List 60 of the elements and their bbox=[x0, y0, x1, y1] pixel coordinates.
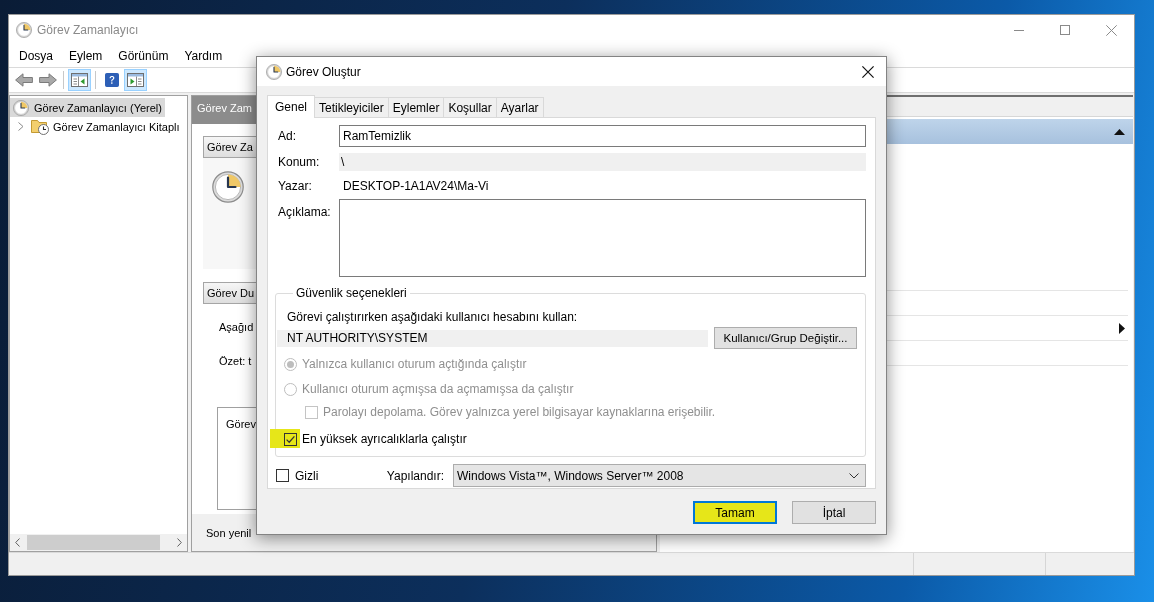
section-title: Görev Za bbox=[207, 140, 253, 154]
caret-right-icon bbox=[1119, 322, 1125, 334]
clock-icon bbox=[266, 63, 282, 80]
clock-icon bbox=[212, 171, 244, 203]
change-user-button[interactable]: Kullanıcı/Grup Değiştir... bbox=[714, 327, 857, 349]
tree-item[interactable]: Görev Zamanlayıcı Kitaplı bbox=[31, 117, 180, 136]
clock-icon bbox=[13, 99, 29, 116]
checkbox[interactable] bbox=[284, 432, 297, 446]
group-title: Güvenlik seçenekleri bbox=[295, 286, 408, 300]
field-label: Konum: bbox=[278, 154, 321, 170]
menu-item[interactable]: Dosya bbox=[11, 46, 61, 66]
window-title: Görev Zamanlayıcı bbox=[37, 22, 139, 38]
minimize-icon bbox=[1014, 29, 1024, 31]
section-text: Özet: t bbox=[219, 354, 252, 368]
account-field: NT AUTHORITY\SYSTEM bbox=[277, 329, 708, 347]
dialog-title: Görev Oluştur bbox=[286, 63, 361, 80]
dropdown-value: Windows Vista™, Windows Server™ 2008 bbox=[457, 467, 684, 484]
dialog-button[interactable]: İptal bbox=[792, 501, 876, 524]
configure-dropdown[interactable]: Windows Vista™, Windows Server™ 2008 bbox=[453, 464, 866, 487]
account-prompt: Görevi çalıştırırken aşağıdaki kullanıcı hesabını kullan: bbox=[287, 310, 579, 324]
last-refresh-text: Son yenil bbox=[206, 525, 252, 540]
close-icon bbox=[1105, 24, 1117, 36]
field-label: Ad: bbox=[278, 128, 297, 144]
menu-item[interactable]: Eylem bbox=[61, 46, 111, 66]
section-text: Aşağıd bbox=[219, 320, 254, 334]
tab[interactable]: Tetikleyiciler bbox=[314, 97, 389, 117]
option-label: Gizli bbox=[295, 467, 319, 484]
tab[interactable]: Koşullar bbox=[443, 97, 497, 117]
tab[interactable]: Genel bbox=[267, 95, 316, 118]
list-text: Görev bbox=[226, 418, 256, 430]
tab[interactable]: Ayarlar bbox=[495, 97, 544, 117]
pane-title: Görev Zam bbox=[197, 102, 252, 114]
option-label: Kullanıcı oturum açmışsa da açmamışsa da çalıştır bbox=[302, 381, 574, 397]
checkbox[interactable] bbox=[276, 469, 289, 482]
maximize-icon bbox=[1060, 25, 1070, 35]
field-label: Yazar: bbox=[278, 178, 313, 194]
field-label: Açıklama: bbox=[278, 204, 332, 220]
tree-item[interactable]: Görev Zamanlayıcı (Yerel) bbox=[10, 98, 165, 117]
dialog-button[interactable]: Tamam bbox=[693, 501, 777, 524]
option-label: Yalnızca kullanıcı oturum açtığında çalıştır bbox=[302, 356, 527, 372]
menu-item[interactable]: Yardım bbox=[176, 46, 231, 66]
tab[interactable]: Eylemler bbox=[387, 97, 445, 117]
scroll-right-icon[interactable] bbox=[177, 538, 182, 547]
clock-icon bbox=[16, 22, 32, 38]
folder-clock-icon bbox=[31, 118, 49, 135]
author-value: DESKTOP-1A1AV24\Ma-Vi bbox=[342, 178, 490, 194]
close-icon bbox=[862, 65, 874, 78]
option-label: En yüksek ayrıcalıklarla çalıştır bbox=[302, 431, 467, 447]
field-label: Yapılandır: bbox=[386, 467, 444, 484]
location-field: \ bbox=[339, 153, 866, 171]
chevron-right-icon[interactable] bbox=[18, 122, 24, 131]
text-input[interactable]: RamTemizlik bbox=[339, 125, 866, 147]
menu-item[interactable]: Görünüm bbox=[110, 46, 177, 66]
scrollbar-thumb[interactable] bbox=[27, 535, 160, 550]
chevron-down-icon bbox=[849, 472, 859, 479]
scroll-left-icon[interactable] bbox=[15, 538, 20, 547]
description-textarea[interactable] bbox=[339, 199, 866, 277]
option-label: Parolayı depolama. Görev yalnızca yerel bilgisayar kaynaklarına erişebilir. bbox=[323, 404, 716, 420]
horizontal-scrollbar[interactable] bbox=[10, 534, 187, 551]
section-title: Görev Du bbox=[207, 286, 255, 300]
